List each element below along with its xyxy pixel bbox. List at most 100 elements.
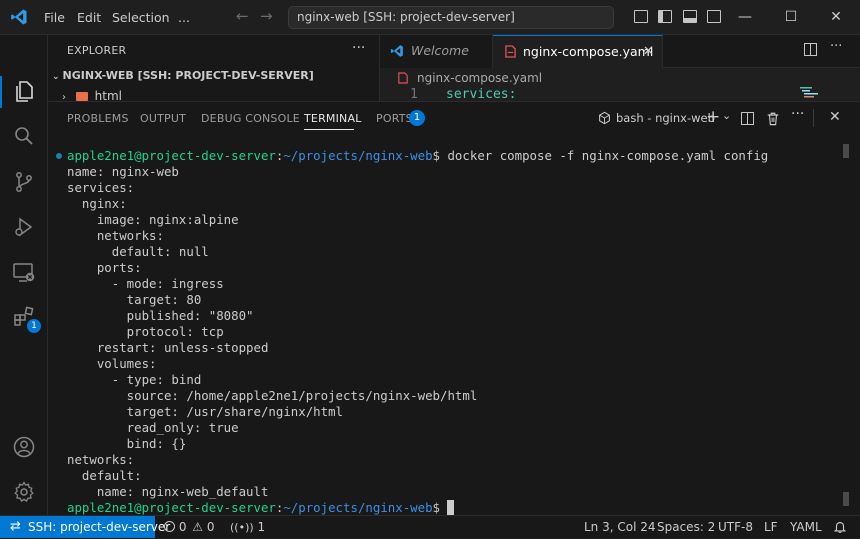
search-icon[interactable]	[12, 124, 36, 148]
terminal-line: ports:	[67, 260, 142, 275]
terminal-line: bind: {}	[67, 436, 187, 451]
workspace-folder-label: NGINX-WEB [SSH: PROJECT-DEV-SERVER]	[62, 69, 314, 82]
toggle-panel-icon[interactable]	[683, 10, 697, 23]
breadcrumb-file: nginx-compose.yaml	[417, 71, 543, 85]
vscode-logo-icon	[11, 9, 27, 25]
back-arrow-icon[interactable]: ←	[236, 7, 249, 25]
terminal-line: name: nginx-web_default	[67, 484, 269, 499]
tab-label: Welcome	[411, 43, 469, 58]
warning-icon: ⚠	[192, 520, 204, 534]
close-tab-icon[interactable]: ✕	[643, 36, 654, 68]
terminal-line: default:	[67, 468, 142, 483]
scrollbar-marker	[843, 144, 849, 158]
tab-ports[interactable]: PORTS	[376, 102, 413, 135]
menu-edit[interactable]: Edit	[77, 0, 101, 35]
editor-tabs: Welcome nginx-compose.yaml ✕ ···	[380, 35, 860, 68]
explorer-icon[interactable]	[12, 80, 36, 104]
indentation[interactable]: Spaces: 2	[657, 516, 715, 538]
menu-more[interactable]: ...	[178, 0, 190, 35]
active-indicator	[0, 76, 2, 108]
split-editor-icon[interactable]	[804, 43, 817, 56]
terminal-line: services:	[67, 180, 135, 195]
explorer-sidebar: EXPLORER ··· ⌄ NGINX-WEB [SSH: PROJECT-DE…	[48, 35, 380, 103]
terminal-line: name: nginx-web	[67, 164, 179, 179]
terminal-line: nginx:	[67, 196, 127, 211]
terminal-line: read_only: true	[67, 420, 239, 435]
yaml-file-icon	[398, 72, 408, 84]
close-window-icon[interactable]: ✕	[813, 0, 859, 35]
chevron-down-icon[interactable]: ⌄	[722, 109, 731, 122]
settings-gear-icon[interactable]	[12, 480, 36, 504]
split-terminal-icon[interactable]	[741, 112, 754, 125]
remote-icon: ⇄	[10, 519, 21, 534]
active-tab-underline	[304, 129, 354, 130]
language-mode[interactable]: YAML	[790, 516, 822, 538]
terminal-line: target: 80	[67, 292, 202, 307]
terminal-line: networks:	[67, 228, 164, 243]
error-count: 0	[178, 520, 187, 534]
command-decoration-icon	[56, 153, 62, 159]
panel-divider	[813, 109, 814, 127]
toggle-primary-sidebar-icon[interactable]	[658, 10, 672, 23]
cursor-position[interactable]: Ln 3, Col 24	[584, 516, 656, 538]
editor-more-icon[interactable]: ···	[830, 39, 842, 54]
command-line: apple2ne1@project-dev-server:~/projects/…	[67, 148, 769, 163]
panel-more-icon[interactable]: ···	[791, 106, 804, 122]
source-control-icon[interactable]	[12, 170, 36, 194]
terminal-cursor	[447, 500, 455, 515]
explorer-title: EXPLORER	[67, 44, 127, 57]
terminal-line: restart: unless-stopped	[67, 340, 269, 355]
notifications-bell-icon[interactable]	[833, 520, 847, 534]
forwarded-ports-status[interactable]: ((•)) 1	[230, 516, 265, 539]
problems-status[interactable]: 0 ⚠ 0	[164, 516, 215, 538]
title-bar: File Edit Selection ... ← → nginx-web [S…	[0, 0, 860, 35]
forward-arrow-icon[interactable]: →	[260, 7, 273, 25]
new-terminal-plus-icon[interactable]: +	[706, 107, 720, 127]
status-bar: ⇄ SSH: project-dev-server 0 ⚠ 0 ((•)) 1 …	[0, 515, 860, 538]
terminal-shell-icon	[599, 111, 610, 125]
extensions-badge: 1	[27, 319, 41, 333]
terminal-line: - type: bind	[67, 372, 202, 387]
tab-problems[interactable]: PROBLEMS	[67, 102, 129, 135]
tab-debug-console[interactable]: DEBUG CONSOLE	[201, 102, 300, 135]
tab-terminal[interactable]: TERMINAL	[304, 102, 362, 135]
maximize-icon[interactable]: ☐	[768, 0, 814, 35]
tab-welcome[interactable]: Welcome	[380, 35, 493, 68]
terminal-scrollbar[interactable]	[843, 144, 849, 506]
command-center[interactable]: nginx-web [SSH: project-dev-server]	[288, 6, 614, 29]
explorer-more-icon[interactable]: ···	[352, 40, 365, 56]
accounts-icon[interactable]	[12, 435, 36, 459]
run-debug-icon[interactable]	[12, 215, 36, 239]
terminal-line: volumes:	[67, 356, 157, 371]
terminal-line: protocol: tcp	[67, 324, 224, 339]
tab-nginx-compose[interactable]: nginx-compose.yaml ✕	[493, 35, 663, 68]
code-line[interactable]: services:	[446, 87, 516, 102]
tab-label: nginx-compose.yaml	[523, 44, 654, 59]
terminal-line: source: /home/apple2ne1/projects/nginx-w…	[67, 388, 478, 403]
menu-selection[interactable]: Selection	[112, 0, 170, 35]
kill-terminal-trash-icon[interactable]	[766, 111, 780, 126]
minimap[interactable]	[798, 85, 838, 101]
scrollbar-marker	[843, 492, 849, 506]
toggle-secondary-sidebar-icon[interactable]	[707, 10, 721, 23]
broadcast-icon: ((•))	[230, 521, 254, 534]
customize-layout-icon[interactable]	[634, 10, 648, 23]
warning-count: 0	[206, 520, 215, 534]
folder-icon	[75, 92, 88, 101]
remote-explorer-icon[interactable]	[12, 260, 36, 284]
ports-count: 1	[257, 520, 266, 534]
workspace-folder[interactable]: ⌄ NGINX-WEB [SSH: PROJECT-DEV-SERVER]	[52, 69, 314, 82]
end-of-line[interactable]: LF	[764, 516, 778, 538]
line-number: 1	[410, 87, 418, 102]
menu-file[interactable]: File	[44, 0, 65, 35]
encoding[interactable]: UTF-8	[718, 516, 753, 538]
tab-output[interactable]: OUTPUT	[140, 102, 186, 135]
remote-indicator[interactable]: ⇄ SSH: project-dev-server	[0, 516, 170, 538]
yaml-file-icon	[505, 45, 516, 58]
close-panel-icon[interactable]: ✕	[829, 109, 841, 125]
minimize-icon[interactable]: —	[722, 0, 768, 35]
terminal-line: published: "8080"	[67, 308, 254, 323]
terminal-line: target: /usr/share/nginx/html	[67, 404, 344, 419]
terminal-name[interactable]: bash - nginx-web	[616, 102, 715, 135]
remote-label: SSH: project-dev-server	[28, 520, 171, 534]
